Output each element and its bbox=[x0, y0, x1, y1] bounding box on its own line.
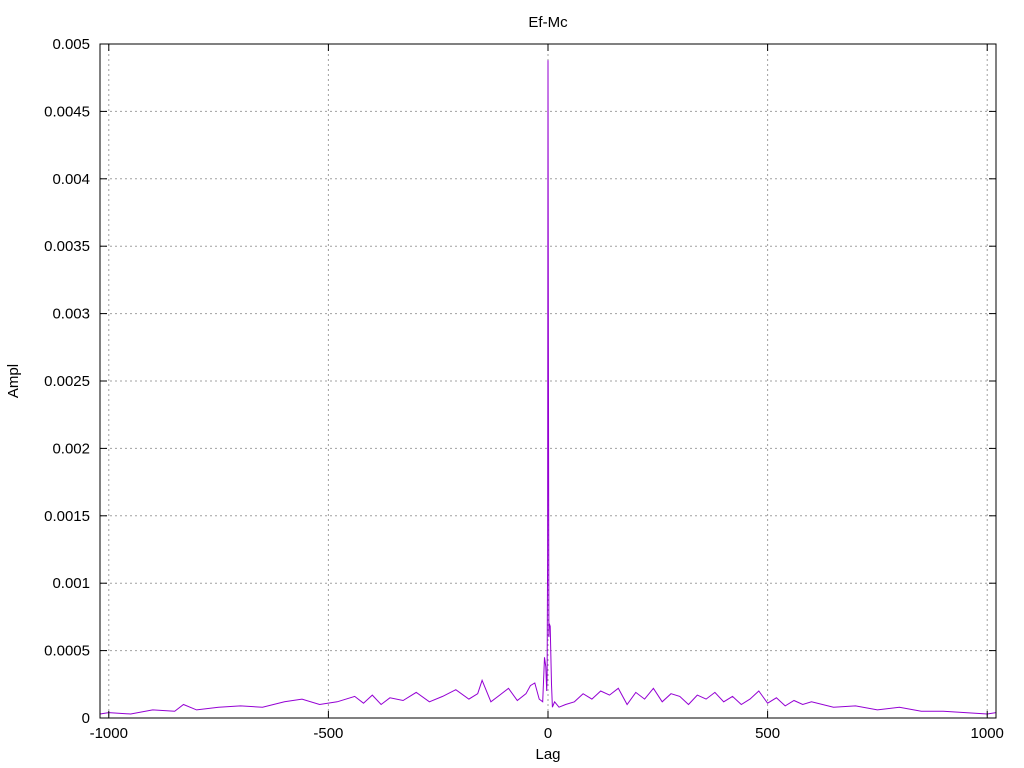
x-tick-label: -500 bbox=[313, 725, 343, 742]
x-tick-label: 500 bbox=[755, 725, 780, 742]
y-tick-label: 0 bbox=[82, 710, 90, 727]
x-tick-label: 1000 bbox=[971, 725, 1004, 742]
y-tick-label: 0.0045 bbox=[44, 103, 90, 120]
y-tick-label: 0.0005 bbox=[44, 643, 90, 660]
y-tick-label: 0.005 bbox=[52, 36, 90, 53]
chart: Ef-Mc Ampl Lag -1000 -500 0 500 1000 0 0.0005 0… bbox=[5, 14, 1004, 763]
x-tick-label: -1000 bbox=[90, 725, 128, 742]
y-axis-label: Ampl bbox=[5, 364, 22, 398]
ticks: -1000 -500 0 500 1000 0 0.0005 0.001 0.0015 0.002… bbox=[44, 36, 1004, 742]
x-axis-label: Lag bbox=[535, 746, 560, 763]
y-tick-label: 0.0035 bbox=[44, 238, 90, 255]
y-tick-label: 0.001 bbox=[52, 575, 90, 592]
x-tick-label: 0 bbox=[544, 725, 552, 742]
y-tick-label: 0.003 bbox=[52, 306, 90, 323]
y-tick-label: 0.002 bbox=[52, 440, 90, 457]
y-tick-label: 0.0015 bbox=[44, 508, 90, 525]
y-tick-label: 0.004 bbox=[52, 171, 90, 188]
chart-title: Ef-Mc bbox=[528, 14, 568, 31]
y-tick-label: 0.0025 bbox=[44, 373, 90, 390]
